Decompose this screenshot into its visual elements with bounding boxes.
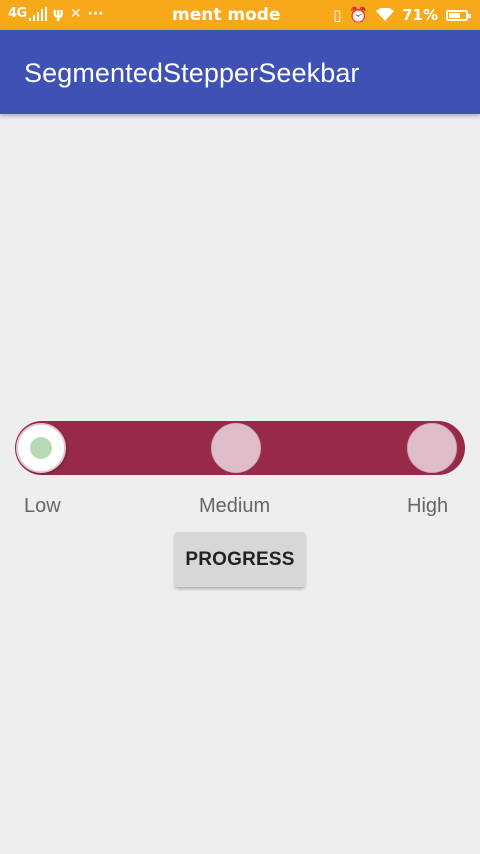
usb-icon: ψ [52,5,64,22]
status-notification-text: ment mode [172,5,281,25]
progress-button[interactable]: PROGRESS [175,532,305,587]
more-dots-icon: ··· [87,5,104,22]
segment-label-high: High [407,495,449,517]
battery-charging-icon [446,9,471,21]
app-bar: SegmentedStepperSeekbar [0,30,480,114]
battery-percent: 71% [402,6,438,24]
app-title: SegmentedStepperSeekbar [24,58,360,88]
battery-fill [449,12,460,18]
segmented-stepper-seekbar[interactable] [15,421,465,475]
segment-medium-dot[interactable] [211,423,261,473]
vibrate-icon: ▯ [333,6,342,24]
tools-icon: ✕ [69,5,82,22]
status-bar-right: ▯ ⏰ 71% [333,5,471,25]
status-bar: 4G ψ ✕ ··· ment mode ▯ ⏰ 71% [0,0,480,30]
signal-icon [28,6,47,21]
segment-high-dot[interactable] [407,423,457,473]
segment-low-thumb[interactable] [16,423,66,473]
status-bar-left: 4G ψ ✕ ··· [8,6,104,21]
network-type-label: 4G [8,6,27,21]
wifi-icon [376,8,395,21]
seekbar-thumb[interactable] [30,437,52,459]
segment-label-medium: Medium [199,495,271,517]
alarm-icon: ⏰ [349,6,369,24]
segment-label-low: Low [24,495,61,517]
